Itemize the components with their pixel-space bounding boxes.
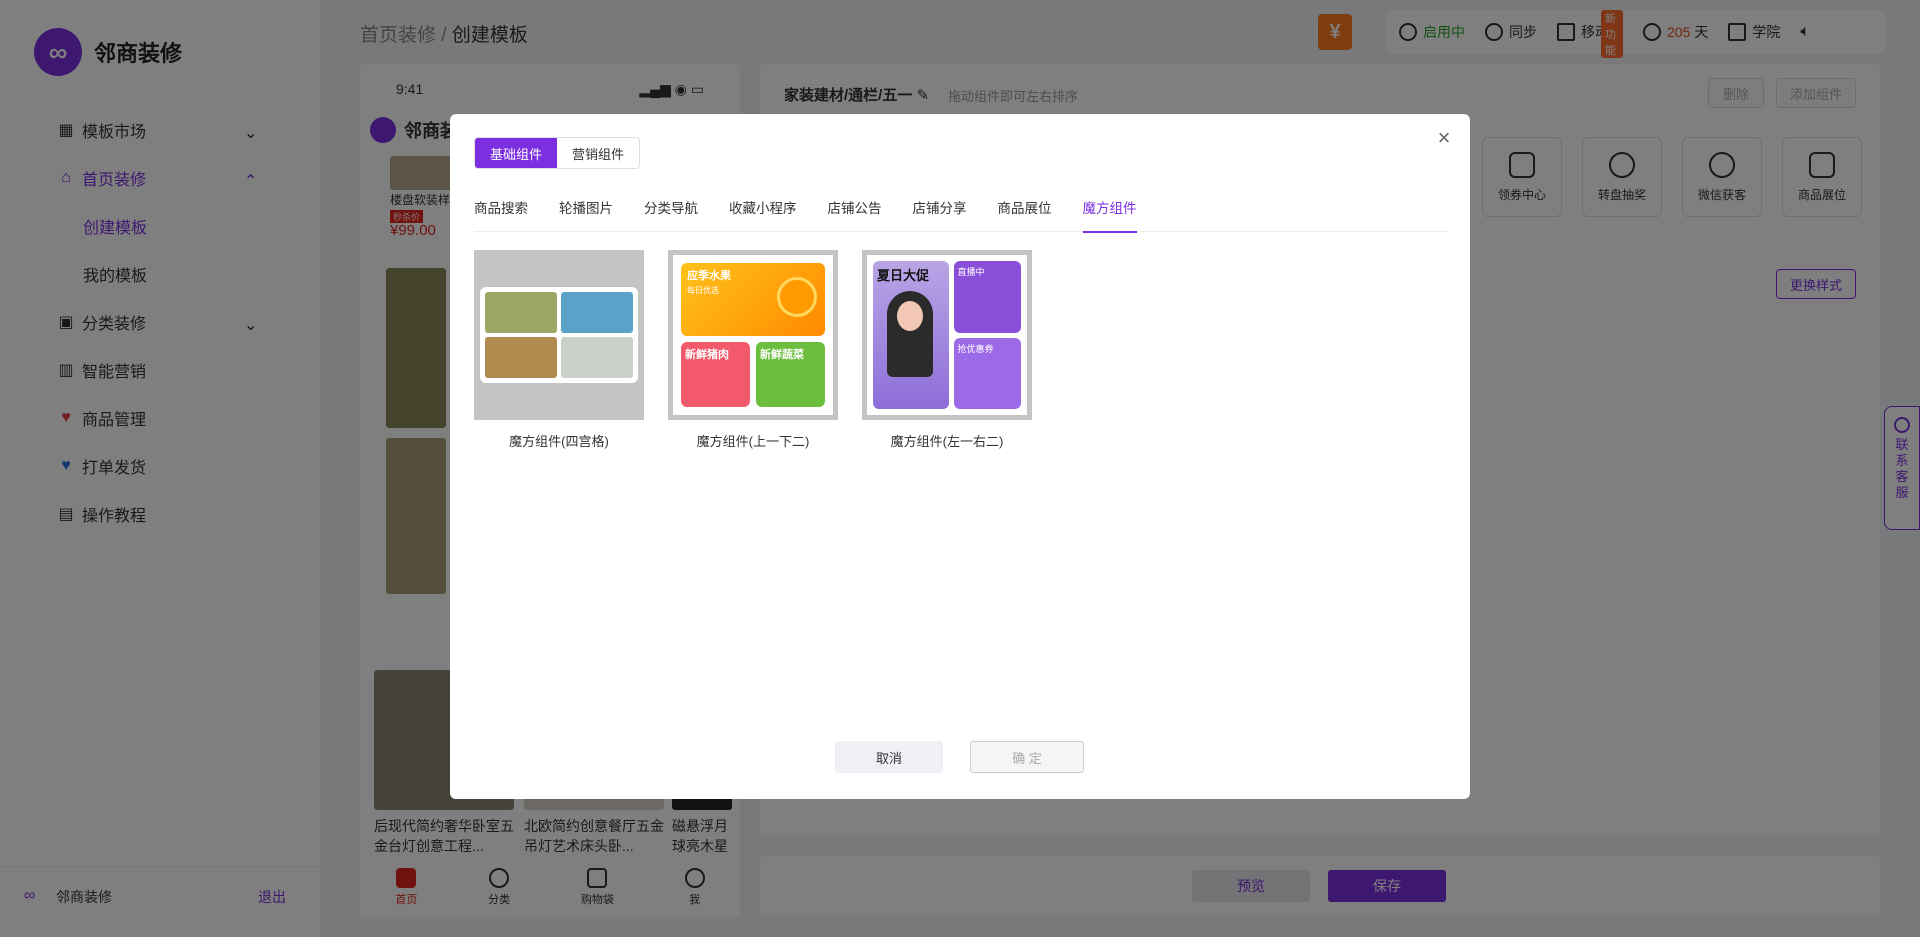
cube-option-four-grid[interactable]: 魔方组件(四宫格) (474, 250, 644, 450)
four-grid-preview (480, 287, 638, 383)
cube-option-one-top-two-bottom[interactable]: 应季水果 每日优选 新鲜猪肉 新鲜蔬菜 魔方组件(上一下二) (668, 250, 838, 450)
tab-basic-components[interactable]: 基础组件 (475, 138, 558, 168)
cube-caption: 魔方组件(上一下二) (696, 434, 810, 449)
orange-icon (777, 277, 817, 317)
tab-magic-cube[interactable]: 魔方组件 (1082, 192, 1137, 233)
bottom-row: 新鲜猪肉 新鲜蔬菜 (681, 342, 825, 407)
left-right-preview: 夏日大促 直播中 抢优惠券 (867, 255, 1027, 415)
tab-store-share[interactable]: 店铺分享 (913, 192, 967, 232)
summer-sale-banner: 夏日大促 (873, 261, 949, 409)
component-tabs: 商品搜索 轮播图片 分类导航 收藏小程序 店铺公告 店铺分享 商品展位 魔方组件 (474, 192, 1448, 233)
confirm-button[interactable]: 确 定 (970, 741, 1084, 773)
grid-cell (485, 337, 557, 378)
face-image (897, 301, 923, 331)
tab-favorite-miniapp[interactable]: 收藏小程序 (729, 192, 797, 232)
cube-caption: 魔方组件(左一右二) (890, 434, 1004, 449)
tab-product-showcase[interactable]: 商品展位 (998, 192, 1052, 232)
top-bottom-preview: 应季水果 每日优选 新鲜猪肉 新鲜蔬菜 (673, 255, 833, 415)
tab-product-search[interactable]: 商品搜索 (474, 192, 528, 232)
tab-marketing-components[interactable]: 营销组件 (557, 138, 639, 168)
close-icon[interactable]: × (1434, 127, 1454, 149)
vegetable-banner: 新鲜蔬菜 (756, 342, 825, 407)
fruit-banner: 应季水果 每日优选 (681, 263, 825, 336)
right-column: 直播中 抢优惠券 (953, 261, 1021, 409)
grid-cell (485, 292, 557, 333)
banner-title: 应季水果 (687, 270, 731, 282)
cancel-button[interactable]: 取消 (835, 741, 943, 773)
pork-banner: 新鲜猪肉 (681, 342, 750, 407)
banner-title: 夏日大促 (877, 268, 930, 283)
grid-cell (561, 337, 633, 378)
live-banner: 直播中 (953, 261, 1021, 333)
cube-option-one-left-two-right[interactable]: 夏日大促 直播中 抢优惠券 魔方组件(左一右二) (862, 250, 1032, 450)
tab-category-nav[interactable]: 分类导航 (644, 192, 698, 232)
component-type-switch: 基础组件 营销组件 (474, 137, 641, 169)
tab-carousel[interactable]: 轮播图片 (559, 192, 613, 232)
coupon-banner: 抢优惠券 (953, 337, 1021, 409)
cube-thumbnail: 夏日大促 直播中 抢优惠券 (862, 250, 1032, 420)
cube-thumbnail (474, 250, 644, 420)
tab-store-notice[interactable]: 店铺公告 (828, 192, 882, 232)
component-picker-modal: × 基础组件 营销组件 商品搜索 轮播图片 分类导航 收藏小程序 店铺公告 店铺… (450, 114, 1470, 799)
cube-caption: 魔方组件(四宫格) (509, 434, 609, 449)
cube-thumbnail: 应季水果 每日优选 新鲜猪肉 新鲜蔬菜 (668, 250, 838, 420)
grid-cell (561, 292, 633, 333)
